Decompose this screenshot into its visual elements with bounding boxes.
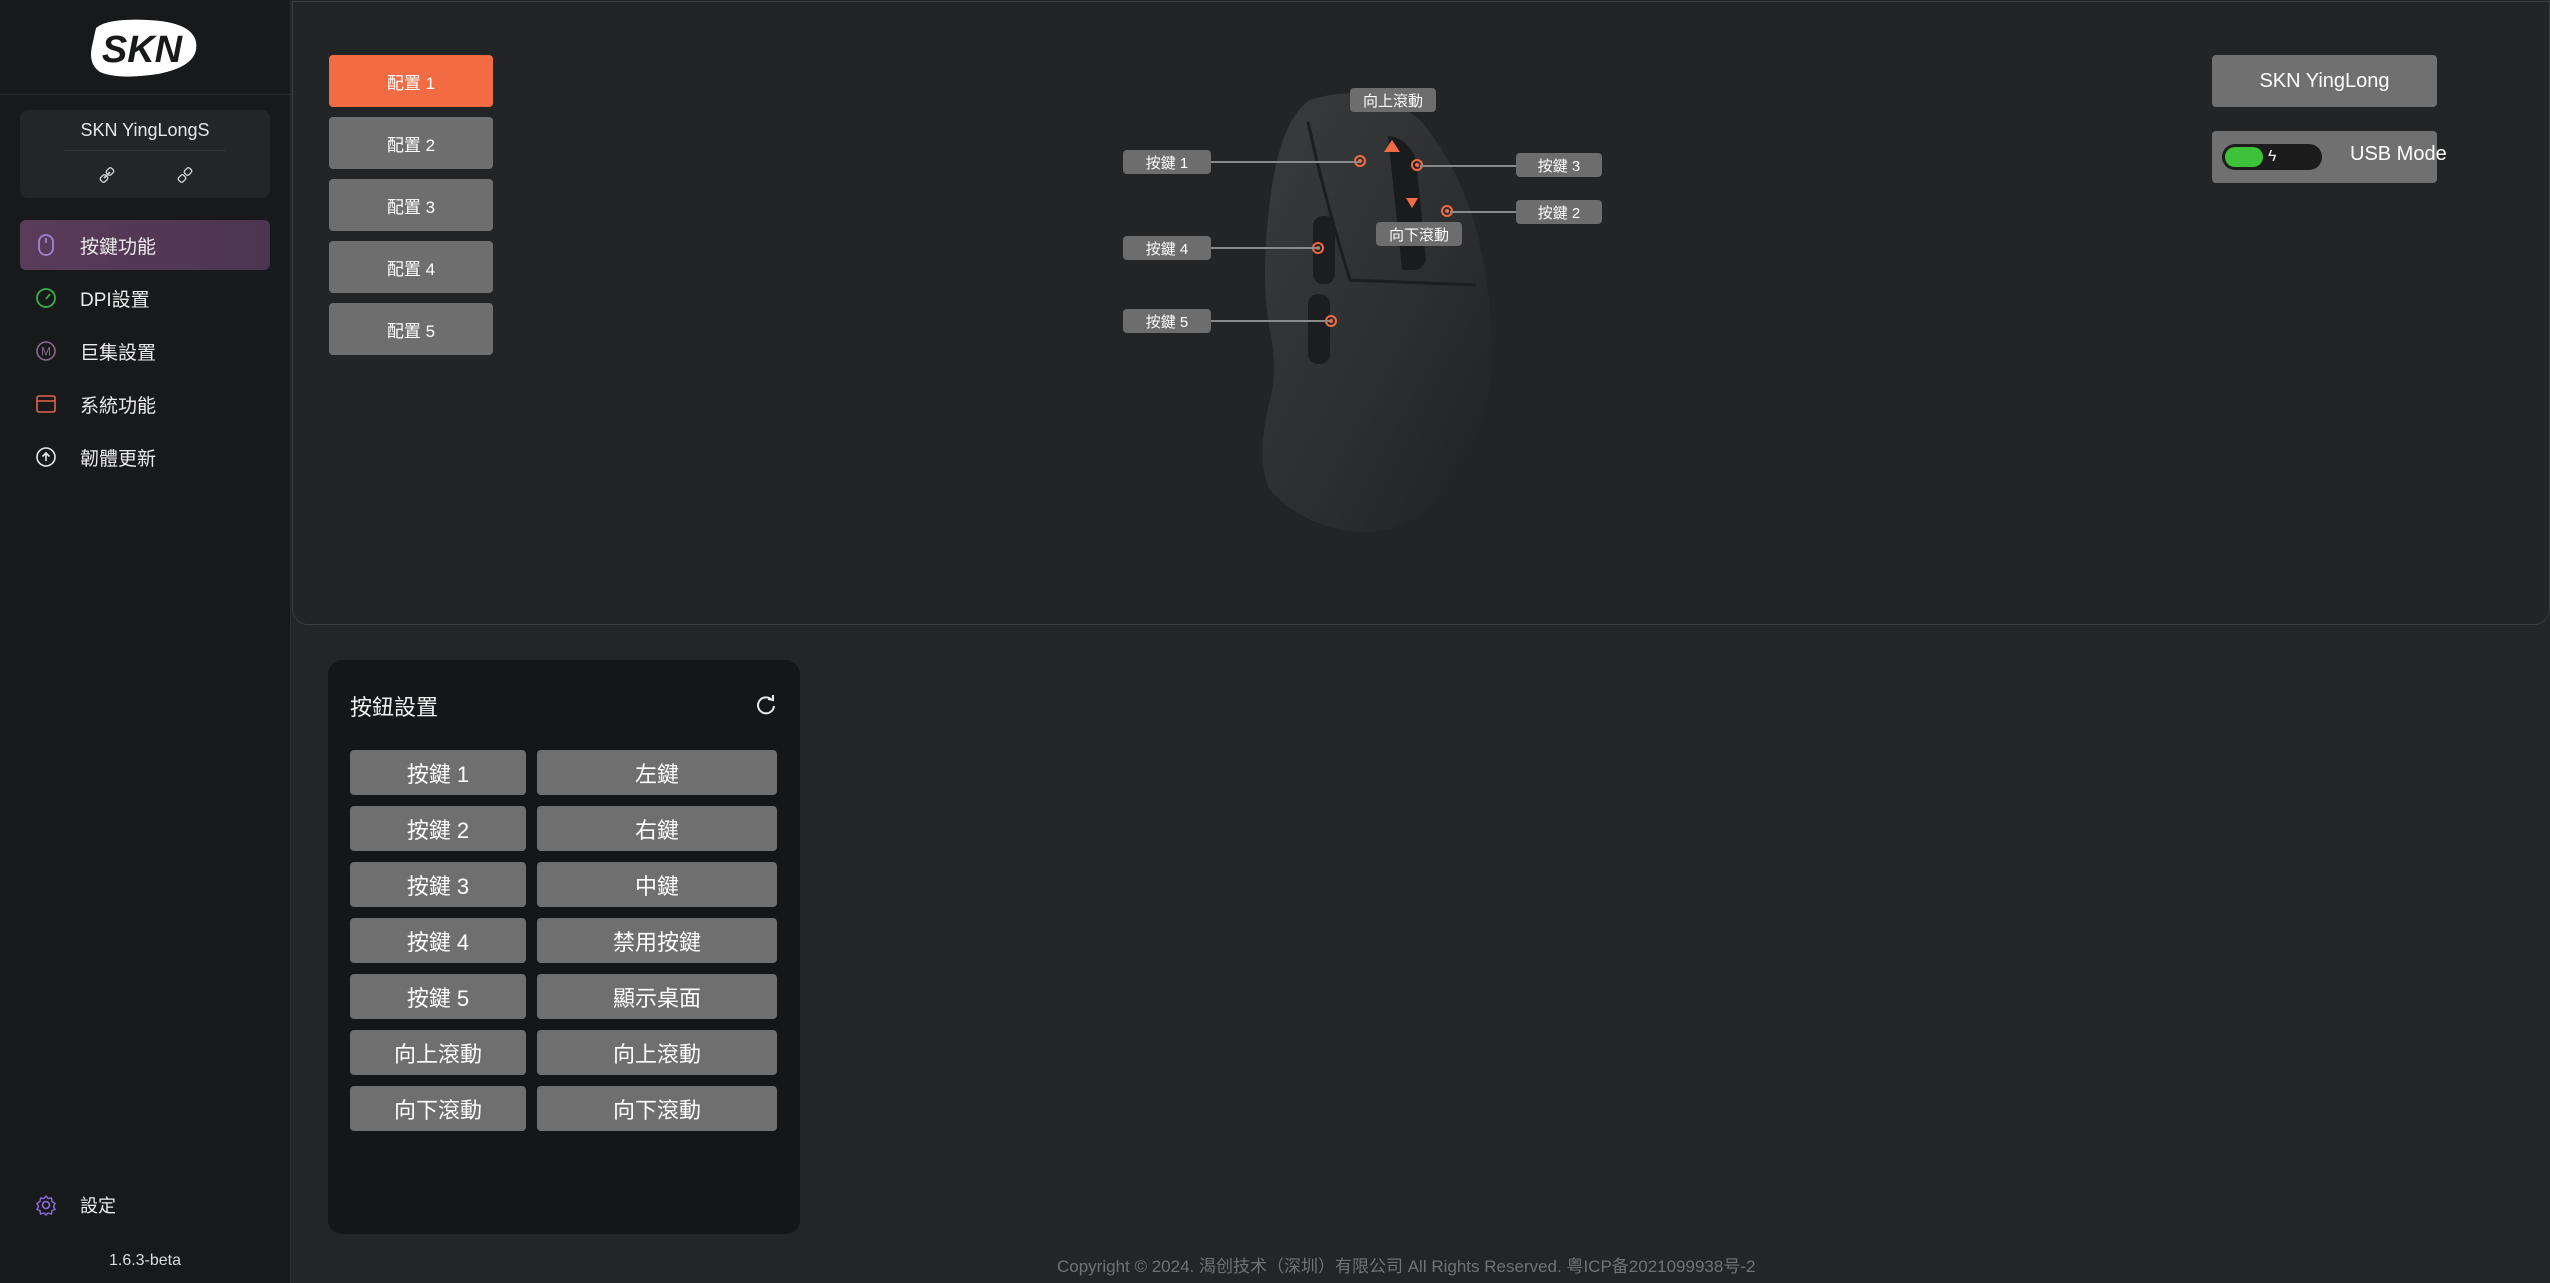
device-select-button[interactable]: SKN YingLong [2212,55,2437,107]
logo-divider [0,94,290,95]
callout-key1[interactable]: 按鍵 1 [1123,150,1211,174]
speedometer-icon [34,286,58,310]
profile-button-1[interactable]: 配置 1 [329,55,493,107]
callout-key4[interactable]: 按鍵 4 [1123,236,1211,260]
macro-m-icon: M [34,339,58,363]
logo-text: SKN [102,29,184,71]
profile-button-4[interactable]: 配置 4 [329,241,493,293]
function-button-3[interactable]: 中鍵 [537,862,777,907]
nav-item-system[interactable]: 系統功能 [20,379,270,429]
nav-label: DPI設置 [80,289,150,311]
mouse-body [1262,93,1492,533]
sidebar: SKN SKN YingLongS 按鍵功能 DPI設置 M 巨集設置 系統功能… [0,0,291,1283]
profile-button-5[interactable]: 配置 5 [329,303,493,355]
key-button-1[interactable]: 按鍵 1 [350,750,526,795]
lightning-icon: ϟ [2268,148,2277,165]
leader-key5 [1210,320,1330,322]
side-button-front [1313,216,1335,284]
gear-icon [34,1193,58,1217]
leader-key4 [1210,247,1320,249]
unlink-icon[interactable] [176,166,194,184]
function-button-scroll-down[interactable]: 向下滾動 [537,1086,777,1131]
copyright-footer: Copyright © 2024. 渴创技术（深圳）有限公司 All Right… [1057,1257,1756,1276]
side-button-back [1308,294,1330,364]
nav-item-macro[interactable]: M 巨集設置 [20,326,270,376]
key-button-scroll-down[interactable]: 向下滾動 [350,1086,526,1131]
nav-label: 巨集設置 [80,342,157,364]
version-label: 1.6.3-beta [108,1252,182,1269]
function-button-1[interactable]: 左鍵 [537,750,777,795]
leader-key2 [1450,211,1516,213]
nav-item-firmware[interactable]: 韌體更新 [20,432,270,482]
key-button-2[interactable]: 按鍵 2 [350,806,526,851]
profile-button-2[interactable]: 配置 2 [329,117,493,169]
settings-title: 按鈕設置 [350,695,439,720]
device-divider [64,150,226,151]
nav-label: 系統功能 [80,395,157,417]
link-icon[interactable] [98,166,116,184]
leader-key1 [1210,161,1360,163]
usb-mode-label: USB Mode [2350,143,2447,165]
window-icon [34,392,58,416]
nav-label: 韌體更新 [80,448,157,470]
settings-label: 設定 [80,1196,116,1216]
nav-item-settings[interactable]: 設定 [20,1180,270,1230]
leader-key3 [1420,165,1516,167]
function-button-scroll-up[interactable]: 向上滾動 [537,1030,777,1075]
function-button-4[interactable]: 禁用按鍵 [537,918,777,963]
device-card: SKN YingLongS [20,110,270,198]
mode-toggle[interactable]: ϟ [2222,144,2322,170]
key-button-3[interactable]: 按鍵 3 [350,862,526,907]
device-name: SKN YingLongS [80,120,210,140]
key-button-4[interactable]: 按鍵 4 [350,918,526,963]
svg-text:M: M [41,345,51,359]
profile-button-3[interactable]: 配置 3 [329,179,493,231]
upload-circle-icon [34,445,58,469]
nav-label: 按鍵功能 [80,236,157,258]
callout-key5[interactable]: 按鍵 5 [1123,309,1211,333]
skn-logo: SKN [91,19,197,77]
nav-item-button-function[interactable]: 按鍵功能 [20,220,270,270]
callout-scroll-up[interactable]: 向上滾動 [1350,88,1436,112]
key-button-scroll-up[interactable]: 向上滾動 [350,1030,526,1075]
refresh-icon[interactable] [754,692,778,716]
callout-scroll-down[interactable]: 向下滾動 [1376,222,1462,246]
nav-item-dpi[interactable]: DPI設置 [20,273,270,323]
callout-key3[interactable]: 按鍵 3 [1516,153,1602,177]
function-button-5[interactable]: 顯示桌面 [537,974,777,1019]
toggle-knob [2225,147,2263,167]
key-button-5[interactable]: 按鍵 5 [350,974,526,1019]
function-button-2[interactable]: 右鍵 [537,806,777,851]
mouse-icon [34,233,58,257]
button-settings-panel: 按鈕設置 按鍵 1 左鍵 按鍵 2 右鍵 按鍵 3 中鍵 按鍵 4 禁用按鍵 按… [328,660,800,1234]
callout-key2[interactable]: 按鍵 2 [1516,200,1602,224]
